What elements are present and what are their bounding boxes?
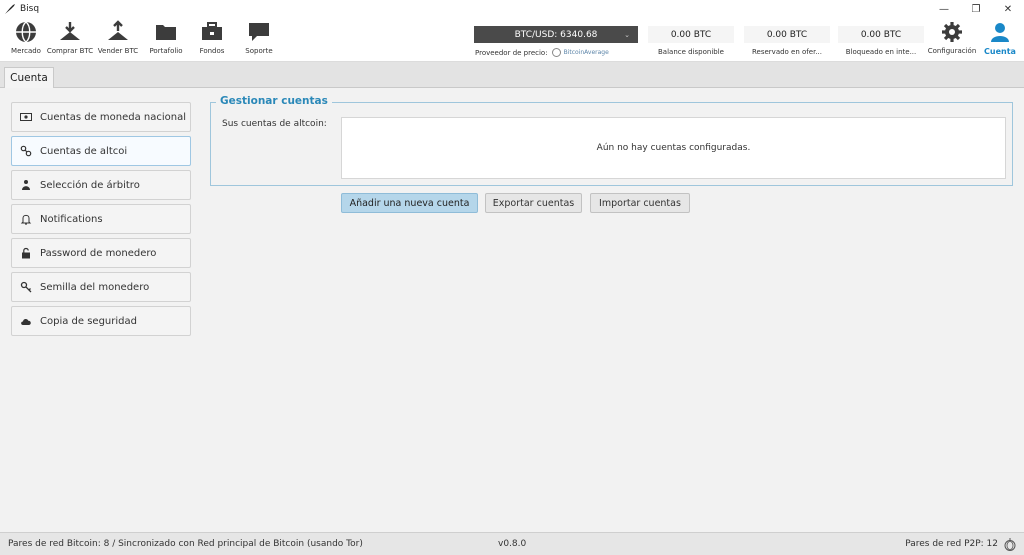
balance-available: 0.00 BTC: [648, 26, 734, 43]
nav-vender-btc[interactable]: Vender BTC: [94, 20, 142, 60]
provider-link[interactable]: BitcoinAverage: [564, 49, 609, 56]
price-value: BTC/USD: 6340.68: [514, 29, 598, 40]
p2p-network-status: Pares de red P2P: 12: [905, 539, 998, 549]
import-accounts-button[interactable]: Importar cuentas: [590, 193, 690, 213]
balance-reserved-label: Reservado en ofer...: [751, 48, 822, 56]
altcoin-accounts-list[interactable]: Aún no hay cuentas configuradas.: [341, 117, 1006, 179]
balance-locked: 0.00 BTC: [838, 26, 924, 43]
sidebar-item-altcoin-accounts[interactable]: Cuentas de altcoi: [11, 136, 191, 166]
price-provider: Proveedor de precio: BitcoinAverage: [475, 48, 609, 57]
key-icon: [20, 281, 32, 293]
close-button[interactable]: ✕: [992, 0, 1024, 18]
bisq-logo-icon: [5, 4, 15, 14]
sell-icon: [108, 20, 128, 40]
empty-list-text: Aún no hay cuentas configuradas.: [596, 143, 751, 153]
nav-mercado[interactable]: Mercado: [2, 20, 50, 60]
people-icon: [20, 179, 32, 191]
status-bar: Pares de red Bitcoin: 8 / Sincronizado c…: [0, 532, 1024, 555]
sidebar-item-fiat-accounts[interactable]: Cuentas de moneda nacional: [11, 102, 191, 132]
window-title: Bisq: [20, 4, 40, 14]
globe-icon: [16, 21, 36, 43]
price-selector[interactable]: BTC/USD: 6340.68 ⌄: [474, 26, 638, 43]
lock-icon: [20, 247, 32, 259]
bell-icon: [20, 213, 32, 225]
user-icon: [991, 23, 1009, 42]
main-toolbar: Mercado Comprar BTC Vender BTC Portafoli…: [0, 18, 1024, 62]
nav-cuenta[interactable]: Cuenta: [978, 20, 1022, 60]
tab-strip: Cuenta: [0, 62, 1024, 88]
provider-icon: [551, 48, 561, 57]
balance-locked-label: Bloqueado en inte...: [845, 48, 917, 56]
title-bar: Bisq — ❐ ✕: [0, 0, 1024, 18]
nav-configuracion[interactable]: Configuración: [926, 20, 978, 60]
chat-icon: [249, 23, 269, 41]
window-controls: — ❐ ✕: [928, 0, 1024, 18]
chevron-down-icon: ⌄: [624, 30, 630, 39]
nav-comprar-btc[interactable]: Comprar BTC: [46, 20, 94, 60]
sidebar-item-arbitrator-selection[interactable]: Selección de árbitro: [11, 170, 191, 200]
cloud-icon: [20, 315, 32, 327]
gear-icon: [942, 22, 962, 42]
tor-onion-icon: [1004, 538, 1016, 551]
sidebar-item-notifications[interactable]: Notifications: [11, 204, 191, 234]
altcoin-accounts-label: Sus cuentas de altcoin:: [222, 119, 327, 129]
sidebar-item-backup[interactable]: Copia de seguridad: [11, 306, 191, 336]
minimize-button[interactable]: —: [928, 0, 960, 18]
export-accounts-button[interactable]: Exportar cuentas: [485, 193, 582, 213]
cash-icon: [20, 111, 32, 123]
version-label: v0.8.0: [498, 539, 527, 549]
tab-cuenta[interactable]: Cuenta: [4, 67, 54, 88]
link-icon: [20, 145, 32, 157]
maximize-button[interactable]: ❐: [960, 0, 992, 18]
sidebar-item-wallet-seed[interactable]: Semilla del monedero: [11, 272, 191, 302]
balance-reserved: 0.00 BTC: [744, 26, 830, 43]
folder-icon: [156, 25, 176, 40]
nav-soporte[interactable]: Soporte: [235, 20, 283, 60]
nav-fondos[interactable]: Fondos: [188, 20, 236, 60]
add-account-button[interactable]: Añadir una nueva cuenta: [341, 193, 478, 213]
bitcoin-network-status: Pares de red Bitcoin: 8 / Sincronizado c…: [8, 539, 363, 549]
briefcase-icon: [202, 22, 222, 40]
sidebar-item-wallet-password[interactable]: Password de monedero: [11, 238, 191, 268]
nav-portafolio[interactable]: Portafolio: [142, 20, 190, 60]
panel-title: Gestionar cuentas: [216, 95, 332, 107]
buy-icon: [60, 22, 80, 40]
balance-available-label: Balance disponible: [658, 48, 724, 56]
